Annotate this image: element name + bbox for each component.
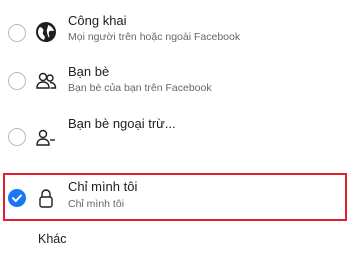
option-public[interactable]: Công khai Mọi người trên hoặc ngoài Face… [0, 8, 362, 54]
friends-icon [35, 70, 57, 92]
option-subtitle: Bạn bè của bạn trên Facebook [68, 82, 212, 94]
audience-selector: Công khai Mọi người trên hoặc ngoài Face… [0, 0, 362, 256]
option-friends[interactable]: Bạn bè Bạn bè của bạn trên Facebook [0, 62, 362, 108]
radio-friends[interactable] [8, 72, 26, 90]
option-friends-except[interactable]: Bạn bè ngoại trừ... [0, 113, 362, 159]
option-title: Bạn bè ngoại trừ... [68, 116, 176, 131]
option-title: Công khai [68, 13, 127, 28]
friends-except-icon [35, 127, 57, 149]
globe-icon [35, 21, 57, 43]
more-options-link[interactable]: Khác [38, 232, 67, 246]
selection-highlight [3, 173, 347, 221]
radio-public[interactable] [8, 24, 26, 42]
option-title: Bạn bè [68, 64, 110, 79]
radio-friends-except[interactable] [8, 128, 26, 146]
option-subtitle: Mọi người trên hoặc ngoài Facebook [68, 31, 241, 43]
